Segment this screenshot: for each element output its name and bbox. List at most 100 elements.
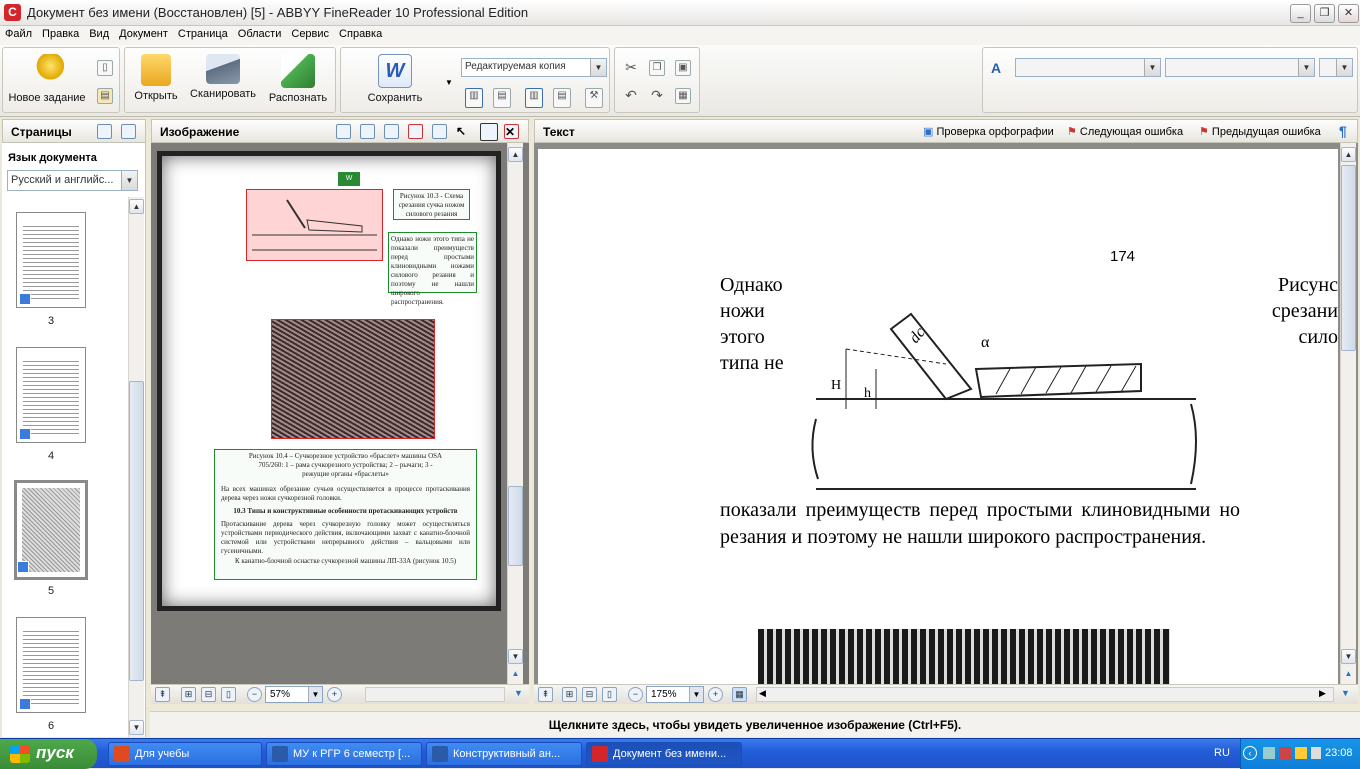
page-thumbnail-3[interactable] — [16, 212, 86, 308]
zoom-in-icon[interactable]: + — [327, 687, 342, 702]
scroll-thumb[interactable] — [1341, 165, 1356, 351]
security-alert-icon[interactable] — [1279, 747, 1291, 759]
menu-edit[interactable]: Правка — [37, 26, 84, 42]
format-mode-select[interactable]: Редактируемая копия ▼ — [461, 58, 607, 77]
menu-tools[interactable]: Сервис — [286, 26, 334, 42]
text-area-paragraph[interactable]: Однако ножи этого типа не показали преим… — [388, 232, 477, 306]
task-button-word-1[interactable]: МУ к РГР 6 семестр [... — [266, 742, 422, 766]
scroll-up-icon[interactable]: ▲ — [508, 147, 523, 162]
new-task-button[interactable]: Новое задание — [7, 54, 87, 104]
document-language-select[interactable]: Русский и английс... ▼ — [7, 170, 138, 191]
menu-page[interactable]: Страница — [173, 26, 233, 42]
task-button-word-2[interactable]: Конструктивный ан... — [426, 742, 582, 766]
warning-icon[interactable] — [1295, 747, 1307, 759]
scroll-thumb[interactable] — [129, 381, 144, 681]
font-select[interactable]: ▼ — [1165, 58, 1315, 77]
page-down-icon[interactable] — [97, 124, 112, 139]
zoom-hint-bar[interactable]: Щелкните здесь, чтобы увидеть увеличенно… — [150, 711, 1360, 737]
table-area-icon[interactable] — [432, 124, 447, 139]
menu-file[interactable]: Файл — [0, 26, 37, 42]
restore-button[interactable]: ❐ — [1314, 4, 1335, 23]
page-thumbnail-6[interactable] — [16, 617, 86, 713]
minimize-button[interactable]: _ — [1290, 4, 1311, 23]
text-right-column[interactable]: Рисунс срезани сило — [1238, 272, 1338, 350]
text-area-figure-caption[interactable]: Рисунок 10.3 - Схема срезания сучка ножо… — [393, 189, 470, 220]
image-horizontal-scrollbar[interactable] — [365, 687, 505, 702]
task-button-folder[interactable]: Для учебы — [108, 742, 262, 766]
actual-size-icon[interactable]: ▯ — [221, 687, 236, 702]
text-horizontal-scrollbar[interactable]: ◀ ▶ — [756, 687, 1334, 702]
recognize-button[interactable]: Распознать — [265, 54, 331, 104]
layout-plain-icon[interactable]: ▤ — [553, 88, 571, 108]
menu-view[interactable]: Вид — [84, 26, 114, 42]
pointer-icon[interactable]: ↖ — [456, 124, 471, 139]
scroll-down-icon[interactable]: ▼ — [129, 720, 144, 735]
select-area-icon[interactable] — [480, 123, 498, 141]
menu-document[interactable]: Документ — [114, 26, 173, 42]
open-button[interactable]: Открыть — [131, 54, 181, 102]
expand-pane-icon[interactable]: ⇞ — [155, 687, 170, 702]
style-select[interactable]: ▼ — [1015, 58, 1161, 77]
expand-pane-icon[interactable]: ⇞ — [538, 687, 553, 702]
scroll-down-icon[interactable]: ▼ — [1341, 649, 1356, 664]
menu-areas[interactable]: Области — [233, 26, 287, 42]
fit-width-icon[interactable]: ⊟ — [201, 687, 216, 702]
zoom-out-icon[interactable]: − — [628, 687, 643, 702]
save-button[interactable]: W Сохранить — [355, 54, 435, 104]
next-page-icon[interactable]: ▲ — [1341, 667, 1356, 682]
text-area-main[interactable]: Рисунок 10.4 – Сучкорезное устройство «б… — [214, 449, 477, 580]
layout-exact-icon[interactable]: ▥ — [465, 88, 483, 108]
input-language-indicator[interactable]: RU — [1214, 747, 1230, 759]
text-area-icon[interactable] — [384, 124, 399, 139]
text-scrollbar[interactable]: ▲ ▼ ▲ — [1340, 143, 1356, 684]
scroll-right-icon[interactable]: ▶ — [1319, 688, 1326, 699]
image-zoom-select[interactable]: 57% ▼ — [265, 686, 323, 703]
zoom-in-icon[interactable]: + — [708, 687, 723, 702]
start-button[interactable]: пуск — [0, 739, 97, 769]
picture-area-icon[interactable] — [408, 124, 423, 139]
finereader-app-icon[interactable]: C — [4, 4, 21, 21]
text-zoom-select[interactable]: 175% ▼ — [646, 686, 704, 703]
menu-help[interactable]: Справка — [334, 26, 387, 42]
scan-button[interactable]: Сканировать — [187, 54, 259, 100]
copy-doc-icon[interactable]: ▯ — [97, 60, 113, 76]
scroll-down-icon[interactable]: ▼ — [508, 649, 523, 664]
cut-icon[interactable]: ✂ — [623, 60, 639, 76]
close-button[interactable]: ✕ — [1338, 4, 1359, 23]
picture-area-figure-10-3[interactable] — [246, 189, 383, 261]
page-thumbnail-4[interactable] — [16, 347, 86, 443]
actual-size-icon[interactable]: ▯ — [602, 687, 617, 702]
font-size-select[interactable]: ▼ — [1319, 58, 1353, 77]
text-style-icon[interactable]: A — [991, 60, 1001, 76]
page-thumbnail-5-selected[interactable] — [14, 480, 88, 580]
paste-icon[interactable]: ▣ — [675, 60, 691, 76]
fit-width-icon[interactable]: ⊟ — [582, 687, 597, 702]
layout-formatted-icon[interactable]: ▥ — [525, 88, 543, 108]
pages-scrollbar[interactable]: ▲ ▼ — [128, 197, 144, 737]
scroll-thumb[interactable] — [508, 486, 523, 566]
prev-page-icon[interactable]: ▼ — [1338, 687, 1353, 702]
text-paragraph[interactable]: показали преимуществ перед простыми клин… — [720, 497, 1240, 551]
open-folder-small-icon[interactable]: ▤ — [97, 88, 113, 104]
zoom-out-icon[interactable]: − — [247, 687, 262, 702]
prev-page-icon[interactable]: ▼ — [511, 687, 526, 702]
save-dropdown-arrow[interactable]: ▼ — [445, 78, 453, 87]
wrench-icon[interactable]: ⚒ — [585, 88, 603, 108]
prev-error-button[interactable]: ⚑ Предыдущая ошибка — [1199, 125, 1321, 138]
network-icon[interactable] — [1263, 747, 1275, 759]
paragraph-marks-icon[interactable]: ¶ — [1339, 123, 1347, 139]
image-scrollbar[interactable]: ▲ ▼ ▲ — [507, 143, 523, 684]
task-button-finereader[interactable]: Документ без имени... — [586, 742, 742, 766]
paste-special-icon[interactable]: ▦ — [675, 88, 691, 104]
delete-area-icon[interactable]: ✕ — [504, 124, 519, 139]
fit-page-icon[interactable]: ⊞ — [181, 687, 196, 702]
scroll-up-icon[interactable]: ▲ — [129, 199, 144, 214]
next-error-button[interactable]: ⚑ Следующая ошибка — [1067, 125, 1183, 138]
document-view-icon[interactable]: ▦ — [732, 687, 747, 702]
undo-icon[interactable]: ↶ — [623, 88, 639, 104]
spellcheck-button[interactable]: ▣ Проверка орфографии — [923, 125, 1054, 138]
copy-icon[interactable]: ❐ — [649, 60, 665, 76]
crop-icon[interactable] — [360, 124, 375, 139]
layout-editable-icon[interactable]: ▤ — [493, 88, 511, 108]
page-up-icon[interactable] — [121, 124, 136, 139]
